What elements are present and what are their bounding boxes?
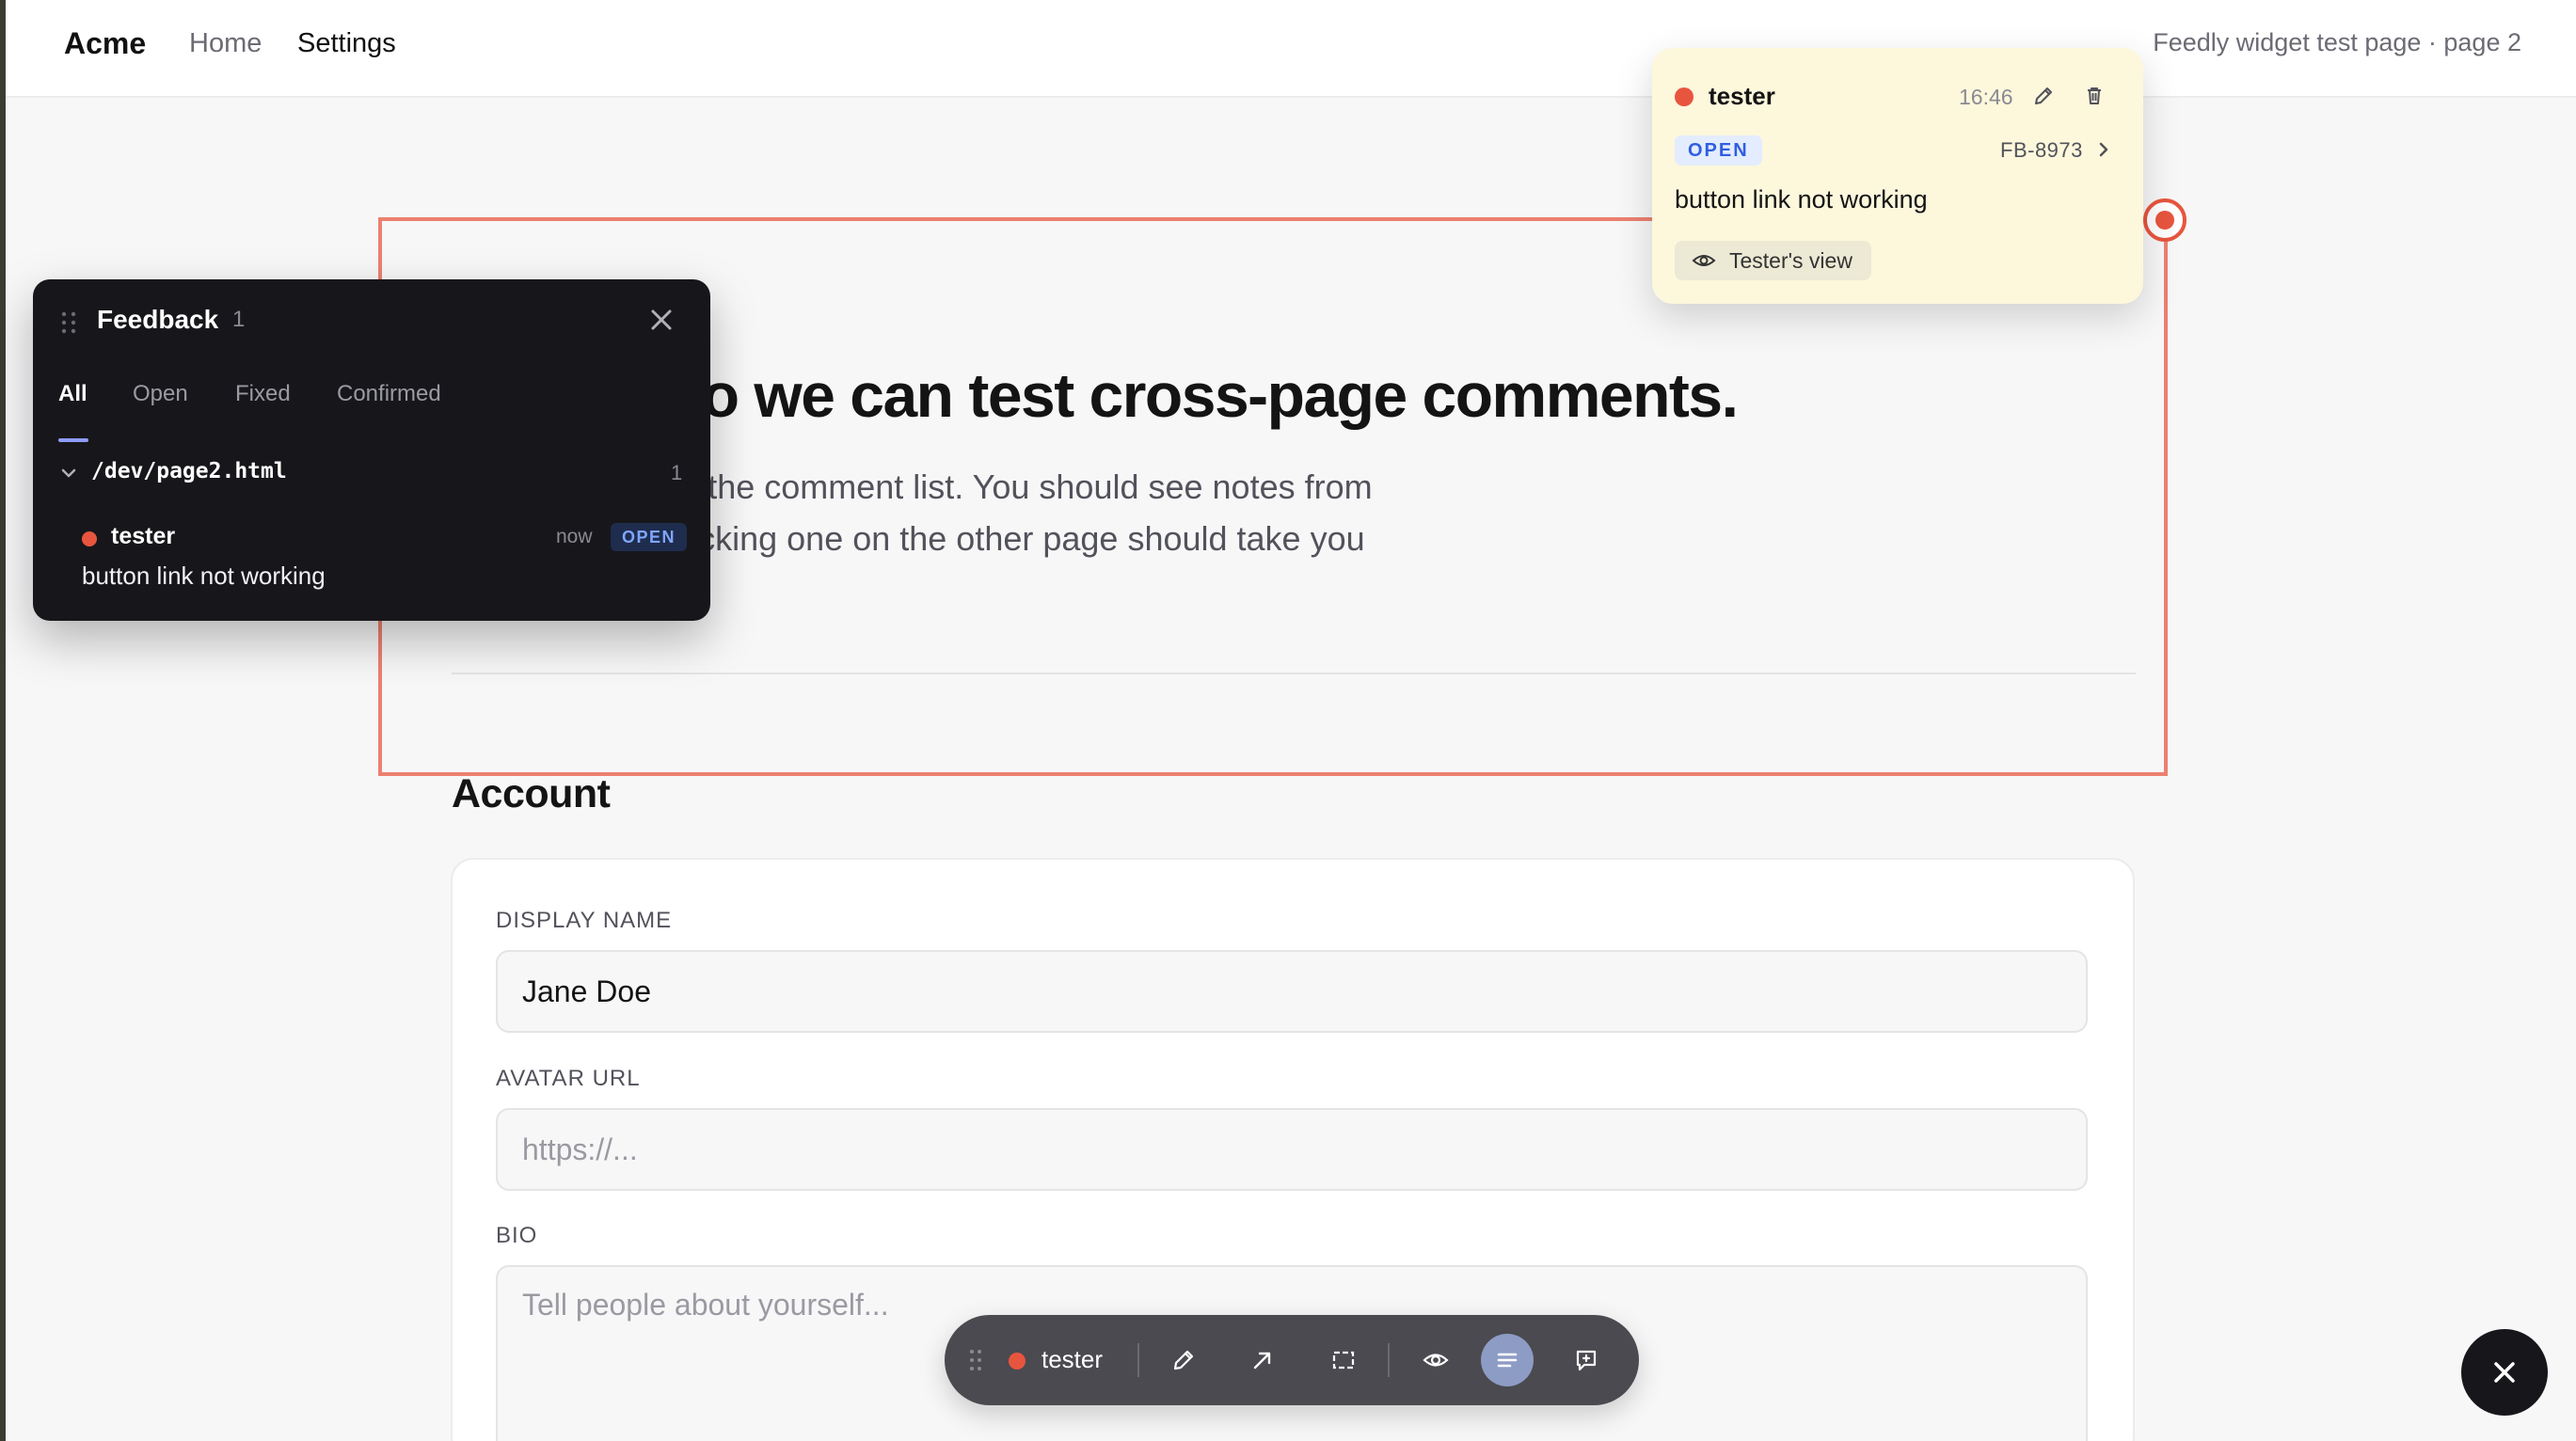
account-heading: Account bbox=[452, 771, 611, 816]
annotation-toolbar: tester bbox=[945, 1315, 1639, 1405]
top-nav: Acme Home Settings Feedly widget test pa… bbox=[6, 0, 2576, 98]
user-status-dot bbox=[1009, 1353, 1026, 1370]
arrow-icon bbox=[1253, 1352, 1271, 1370]
comment-pin[interactable] bbox=[2143, 198, 2186, 242]
arrow-button[interactable] bbox=[1236, 1334, 1289, 1386]
status-badge: OPEN bbox=[1675, 135, 1762, 166]
toolbar-divider bbox=[1388, 1343, 1390, 1377]
tab-all[interactable]: All bbox=[58, 381, 87, 407]
add-comment-button[interactable] bbox=[1560, 1334, 1613, 1386]
window-edge bbox=[0, 0, 6, 1441]
testers-view-label: Tester's view bbox=[1729, 248, 1852, 273]
list-icon bbox=[1497, 1353, 1518, 1368]
testers-view-button[interactable]: Tester's view bbox=[1675, 241, 1871, 280]
active-tab-indicator bbox=[58, 438, 88, 442]
status-badge: OPEN bbox=[611, 523, 688, 551]
drag-handle-icon[interactable] bbox=[969, 1349, 982, 1371]
view-toggle-button[interactable] bbox=[1409, 1334, 1462, 1386]
pencil-icon bbox=[1173, 1350, 1194, 1370]
toolbar-user[interactable]: tester bbox=[1042, 1345, 1103, 1374]
popover-time: 16:46 bbox=[1959, 85, 2013, 109]
eye-icon bbox=[1692, 255, 1716, 266]
tab-open[interactable]: Open bbox=[133, 381, 188, 407]
close-icon bbox=[2494, 1362, 2515, 1383]
popover-author: tester bbox=[1709, 82, 1775, 110]
status-dot bbox=[1675, 87, 1693, 106]
comment-list-button[interactable] bbox=[1481, 1334, 1534, 1386]
comment-popover: tester 16:46 OPEN FB-8973 button link no… bbox=[1652, 48, 2143, 304]
ticket-id-link[interactable]: FB-8973 bbox=[2000, 138, 2083, 163]
display-name-label: DISPLAY NAME bbox=[496, 908, 673, 933]
avatar-url-input[interactable] bbox=[496, 1108, 2088, 1191]
display-name-input[interactable] bbox=[496, 950, 2088, 1033]
region-select-button[interactable] bbox=[1317, 1334, 1370, 1386]
draw-button[interactable] bbox=[1157, 1334, 1210, 1386]
feedback-count: 1 bbox=[232, 307, 246, 332]
comment-author: tester bbox=[111, 523, 176, 549]
rectangle-select-icon bbox=[1332, 1351, 1355, 1370]
page-group-count: 1 bbox=[671, 461, 683, 484]
comment-icon bbox=[1576, 1350, 1597, 1371]
bio-label: BIO bbox=[496, 1223, 538, 1248]
status-dot bbox=[82, 531, 97, 546]
feedback-panel: Feedback 1 All Open Fixed Confirmed /dev… bbox=[33, 279, 710, 621]
close-icon[interactable] bbox=[644, 303, 678, 337]
brand-logo[interactable]: Acme bbox=[64, 26, 146, 61]
page-label: Feedly widget test page · page 2 bbox=[2153, 28, 2521, 56]
comment-pin-dot bbox=[2155, 211, 2174, 230]
toolbar-divider bbox=[1137, 1343, 1139, 1377]
popover-message: button link not working bbox=[1675, 185, 1928, 214]
nav-link-home[interactable]: Home bbox=[189, 28, 262, 59]
comment-message: button link not working bbox=[82, 562, 326, 590]
eye-icon bbox=[1423, 1354, 1449, 1367]
pencil-icon[interactable] bbox=[2030, 83, 2057, 109]
close-widget-button[interactable] bbox=[2461, 1329, 2548, 1416]
tab-confirmed[interactable]: Confirmed bbox=[337, 381, 441, 407]
avatar-url-label: AVATAR URL bbox=[496, 1066, 641, 1091]
trash-icon[interactable] bbox=[2081, 83, 2107, 109]
drag-handle-icon[interactable] bbox=[59, 310, 78, 335]
page-group-path[interactable]: /dev/page2.html bbox=[91, 459, 287, 483]
comment-time: now bbox=[556, 526, 593, 547]
chevron-right-icon[interactable] bbox=[2092, 138, 2115, 161]
tab-fixed[interactable]: Fixed bbox=[235, 381, 291, 407]
feedback-panel-title: Feedback bbox=[97, 305, 219, 334]
nav-link-settings[interactable]: Settings bbox=[297, 28, 396, 59]
chevron-down-icon[interactable] bbox=[58, 463, 79, 483]
